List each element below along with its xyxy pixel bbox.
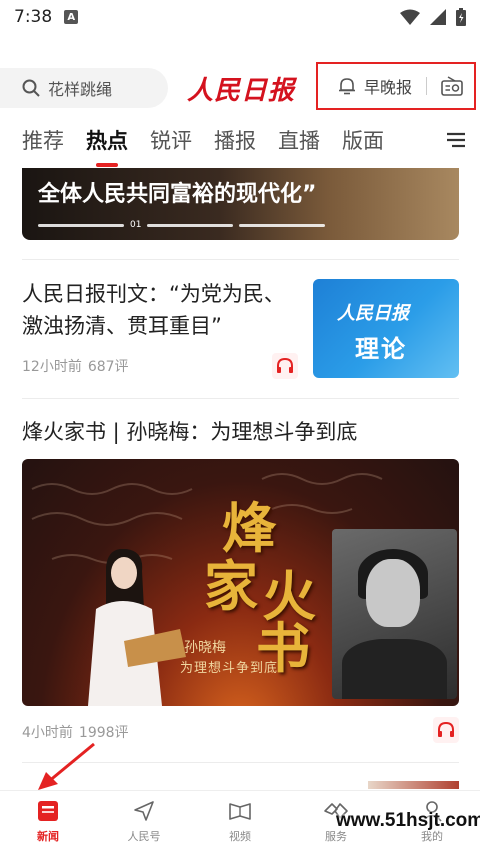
status-icons bbox=[400, 8, 466, 26]
presenter-figure bbox=[88, 549, 186, 706]
bell-icon bbox=[339, 78, 355, 95]
article-comments: 687评 bbox=[87, 359, 129, 375]
listen-button[interactable] bbox=[272, 353, 298, 379]
article-title[interactable]: 烽火家书 | 孙晓梅：为理想斗争到底 bbox=[22, 416, 357, 446]
search-placeholder: 花样跳绳 bbox=[48, 80, 113, 99]
news-icon bbox=[38, 801, 58, 821]
nav-label: 视频 bbox=[229, 830, 251, 843]
carousel-bar bbox=[239, 223, 326, 227]
headphones-icon bbox=[277, 358, 293, 373]
next-article-thumbnail[interactable] bbox=[368, 781, 459, 789]
notification-a-icon: A bbox=[64, 10, 79, 24]
watermark: www.51hsjt.com bbox=[336, 810, 480, 831]
battery-icon bbox=[456, 8, 466, 26]
tab-fade bbox=[404, 118, 444, 162]
nav-label: 新闻 bbox=[37, 830, 59, 843]
nav-label: 人民号 bbox=[127, 830, 161, 843]
paper-plane-icon bbox=[134, 801, 154, 821]
article-thumbnail[interactable]: 人民日报 理论 bbox=[313, 279, 459, 378]
portrait-face bbox=[366, 559, 420, 627]
status-bar: 7:38 A bbox=[0, 0, 480, 34]
radio-icon[interactable] bbox=[441, 76, 463, 96]
tab-live[interactable]: 直播 bbox=[278, 125, 320, 155]
signal-icon bbox=[430, 9, 446, 25]
article-comments: 1998评 bbox=[78, 725, 129, 741]
historical-portrait bbox=[332, 529, 457, 699]
calligraphy-char: 家 bbox=[204, 554, 258, 618]
carousel-page-number: 01 bbox=[130, 220, 142, 230]
app-logo: 人民日报 bbox=[186, 75, 295, 106]
status-time: 7:38 bbox=[14, 7, 53, 27]
tab-hot[interactable]: 热点 bbox=[86, 125, 128, 167]
listen-button[interactable] bbox=[433, 717, 459, 743]
nav-news[interactable]: 新闻 bbox=[0, 791, 96, 853]
tab-recommend[interactable]: 推荐 bbox=[22, 125, 64, 155]
banner-carousel[interactable]: 全体人民共同富裕的现代化” 01 bbox=[22, 168, 459, 240]
search-box[interactable]: 花样跳绳 bbox=[0, 68, 168, 108]
search-icon bbox=[22, 79, 40, 97]
article-meta: 4小时前 1998评 bbox=[22, 722, 129, 742]
carousel-bar bbox=[38, 223, 124, 227]
nav-video[interactable]: 视频 bbox=[192, 791, 288, 853]
cover-person-name: 孙晓梅 bbox=[184, 640, 226, 656]
carousel-bar bbox=[147, 223, 234, 227]
wifi-icon bbox=[400, 9, 420, 25]
thumbnail-theory-text: 理论 bbox=[355, 335, 407, 363]
tab-broadcast[interactable]: 播报 bbox=[214, 125, 256, 155]
article-cover-image[interactable]: 烽 家 火 书 孙晓梅 为理想斗争到底 bbox=[22, 459, 459, 706]
channel-tabs: 推荐 热点 锐评 播报 直播 版面 bbox=[0, 118, 480, 167]
calligraphy-char: 烽 bbox=[222, 496, 276, 560]
morning-evening-entry[interactable]: 早晚报 bbox=[316, 62, 476, 110]
article-meta: 12小时前 687评 bbox=[22, 356, 129, 376]
separator bbox=[426, 77, 428, 95]
video-icon bbox=[229, 803, 251, 820]
headphones-icon bbox=[438, 722, 454, 737]
article-time: 12小时前 bbox=[22, 359, 82, 375]
banner-title: 全体人民共同富裕的现代化” bbox=[38, 182, 317, 207]
menu-icon[interactable] bbox=[446, 131, 466, 149]
top-header: 花样跳绳 人民日报 早晚报 bbox=[0, 62, 480, 114]
morning-evening-label: 早晚报 bbox=[364, 78, 413, 97]
tab-commentary[interactable]: 锐评 bbox=[150, 125, 192, 155]
carousel-indicator: 01 bbox=[38, 220, 326, 230]
divider bbox=[22, 259, 459, 260]
divider bbox=[22, 398, 459, 399]
article-time: 4小时前 bbox=[22, 725, 73, 741]
article-title[interactable]: 人民日报刊文：“为党为民、激浊扬清、贯耳重目” bbox=[22, 278, 292, 342]
nav-people-account[interactable]: 人民号 bbox=[96, 791, 192, 853]
tab-layout[interactable]: 版面 bbox=[342, 125, 384, 155]
cover-subtitle: 为理想斗争到底 bbox=[180, 661, 279, 676]
annotation-arrow-icon bbox=[38, 742, 95, 790]
portrait-body bbox=[342, 639, 447, 699]
thumbnail-logo-text: 人民日报 bbox=[337, 303, 409, 324]
